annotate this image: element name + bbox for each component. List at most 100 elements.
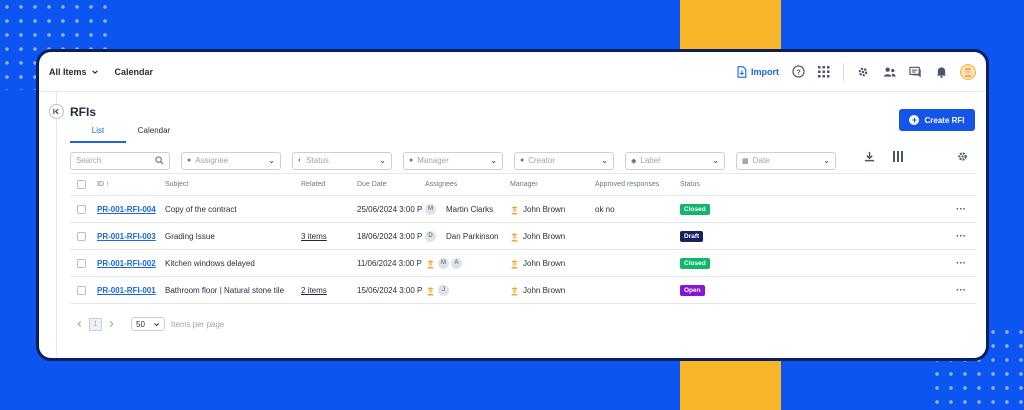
per-page-label: Items per page xyxy=(171,319,225,329)
table-row[interactable]: PR-001-RFI-002 Kitchen windows delayed 1… xyxy=(70,250,976,277)
header-approved-responses: Approved responses xyxy=(595,181,660,188)
svg-text:?: ? xyxy=(796,67,801,76)
manager-name: John Brown xyxy=(523,285,566,295)
users-icon[interactable] xyxy=(882,65,896,79)
import-icon xyxy=(737,65,747,78)
tab-list[interactable]: List xyxy=(70,126,126,143)
filter-bar: Search ● Assignee ⌄ ◐ Status ⌄ ● Manager… xyxy=(70,148,986,173)
header-due-date: Due Date xyxy=(357,181,387,188)
chevron-down-icon: ⌄ xyxy=(823,156,830,165)
label-filter[interactable]: ◆ Label ⌄ xyxy=(625,151,725,170)
rfi-manager: John Brown xyxy=(510,285,595,296)
assignee-filter[interactable]: ● Assignee ⌄ xyxy=(181,151,281,170)
comments-icon[interactable] xyxy=(908,65,922,79)
assignee-avatar: M xyxy=(425,203,436,215)
apps-grid-icon[interactable] xyxy=(817,65,831,79)
label-filter-label: Label xyxy=(640,156,660,165)
accent-bar-bottom xyxy=(680,358,781,410)
creator-filter[interactable]: ● Creator ⌄ xyxy=(514,151,614,170)
manager-name: John Brown xyxy=(523,258,566,268)
manager-name: John Brown xyxy=(523,231,566,241)
items-per-page-select[interactable]: 50 xyxy=(131,317,165,331)
chevron-left-icon[interactable] xyxy=(76,320,83,328)
bell-icon[interactable] xyxy=(934,65,948,79)
user-icon: ● xyxy=(409,157,414,164)
assignee-avatar: M xyxy=(438,257,449,269)
rfi-due-date: 11/06/2024 3:00 P xyxy=(357,258,422,268)
chevron-down-icon: ⌄ xyxy=(712,156,719,165)
manager-name: John Brown xyxy=(523,204,566,214)
rfi-assignees: D Dan Parkinson xyxy=(425,230,510,242)
header-manager: Manager xyxy=(510,181,538,188)
chevron-right-icon[interactable] xyxy=(108,320,115,328)
top-navbar: All Items Calendar Import ? xyxy=(39,52,986,92)
rfi-due-date: 18/06/2024 3:00 P xyxy=(357,231,423,241)
chevron-down-icon: ⌄ xyxy=(268,156,275,165)
header-id[interactable]: ID ↑ xyxy=(97,181,165,188)
search-input[interactable]: Search xyxy=(70,151,170,170)
status-badge: Closed xyxy=(680,203,710,215)
table-row[interactable]: PR-001-RFI-004 Copy of the contract 25/0… xyxy=(70,196,976,223)
date-filter[interactable]: ▦ Date ⌄ xyxy=(736,151,836,170)
worker-avatar-icon xyxy=(511,259,518,268)
row-checkbox[interactable] xyxy=(77,285,86,295)
calendar-nav-link[interactable]: Calendar xyxy=(115,67,154,77)
status-filter[interactable]: ◐ Status ⌄ xyxy=(292,151,392,170)
view-tabs: List Calendar xyxy=(70,126,182,143)
row-checkbox[interactable] xyxy=(77,231,86,241)
import-button[interactable]: Import xyxy=(736,65,779,78)
rfi-id-link[interactable]: PR-001-RFI-003 xyxy=(97,232,156,241)
user-avatar[interactable] xyxy=(960,63,976,80)
current-page[interactable]: 1 xyxy=(89,317,102,331)
create-rfi-button[interactable]: + Create RFI xyxy=(899,109,975,131)
rfi-manager: John Brown xyxy=(510,204,595,215)
assignee-name: Martin Clarks xyxy=(446,204,494,214)
status-badge: Closed xyxy=(680,257,710,269)
assignee-avatar: J xyxy=(438,284,449,296)
rfi-id-link[interactable]: PR-001-RFI-002 xyxy=(97,259,156,268)
download-icon[interactable] xyxy=(864,151,875,162)
row-checkbox[interactable] xyxy=(77,204,86,214)
rfi-related-link[interactable]: 2 items xyxy=(301,286,327,295)
chevron-down-icon: ⌄ xyxy=(379,156,386,165)
per-page-value: 50 xyxy=(136,319,145,329)
header-subject: Subject xyxy=(165,181,189,188)
rfi-subject: Kitchen windows delayed xyxy=(165,258,255,268)
rfi-approved-responses: ok no xyxy=(595,204,615,214)
manager-filter[interactable]: ● Manager ⌄ xyxy=(403,151,503,170)
date-filter-label: Date xyxy=(752,156,770,165)
row-checkbox[interactable] xyxy=(77,258,86,268)
table-settings-gear-icon[interactable] xyxy=(957,151,968,162)
select-all-checkbox[interactable] xyxy=(77,180,86,189)
header-assignees: Assignees xyxy=(425,181,458,188)
search-placeholder: Search xyxy=(76,156,102,165)
table-row[interactable]: PR-001-RFI-003 Grading Issue 3 items 18/… xyxy=(70,223,976,250)
row-more-options-icon[interactable]: ··· xyxy=(956,231,966,242)
worker-avatar-icon xyxy=(511,205,518,214)
assignee-filter-label: Assignee xyxy=(195,156,229,165)
user-icon: ● xyxy=(187,157,192,164)
row-more-options-icon[interactable]: ··· xyxy=(956,285,966,296)
table-header-row: ID ↑ Subject Related Due Date Assignees … xyxy=(70,173,976,196)
left-rail xyxy=(39,92,57,358)
pagination: 1 50 Items per page xyxy=(76,317,224,331)
help-icon[interactable]: ? xyxy=(791,65,805,79)
collapse-sidebar-button[interactable] xyxy=(49,104,64,119)
columns-icon[interactable] xyxy=(893,151,903,162)
gear-icon[interactable] xyxy=(856,65,870,79)
all-items-dropdown[interactable]: All Items xyxy=(49,67,99,77)
calendar-icon: ▦ xyxy=(742,157,749,165)
rfi-subject: Copy of the contract xyxy=(165,204,237,214)
tab-calendar[interactable]: Calendar xyxy=(126,126,182,143)
row-more-options-icon[interactable]: ··· xyxy=(956,258,966,269)
chevron-down-icon xyxy=(154,322,159,326)
all-items-label: All Items xyxy=(49,66,87,77)
assignee-avatar: D xyxy=(425,230,436,242)
rfi-related-link[interactable]: 3 items xyxy=(301,232,327,241)
rfi-id-link[interactable]: PR-001-RFI-001 xyxy=(97,286,156,295)
status-filter-label: Status xyxy=(306,156,329,165)
plus-icon: + xyxy=(909,115,920,125)
table-row[interactable]: PR-001-RFI-001 Bathroom floor | Natural … xyxy=(70,277,976,304)
row-more-options-icon[interactable]: ··· xyxy=(956,204,966,215)
rfi-id-link[interactable]: PR-001-RFI-004 xyxy=(97,205,156,214)
